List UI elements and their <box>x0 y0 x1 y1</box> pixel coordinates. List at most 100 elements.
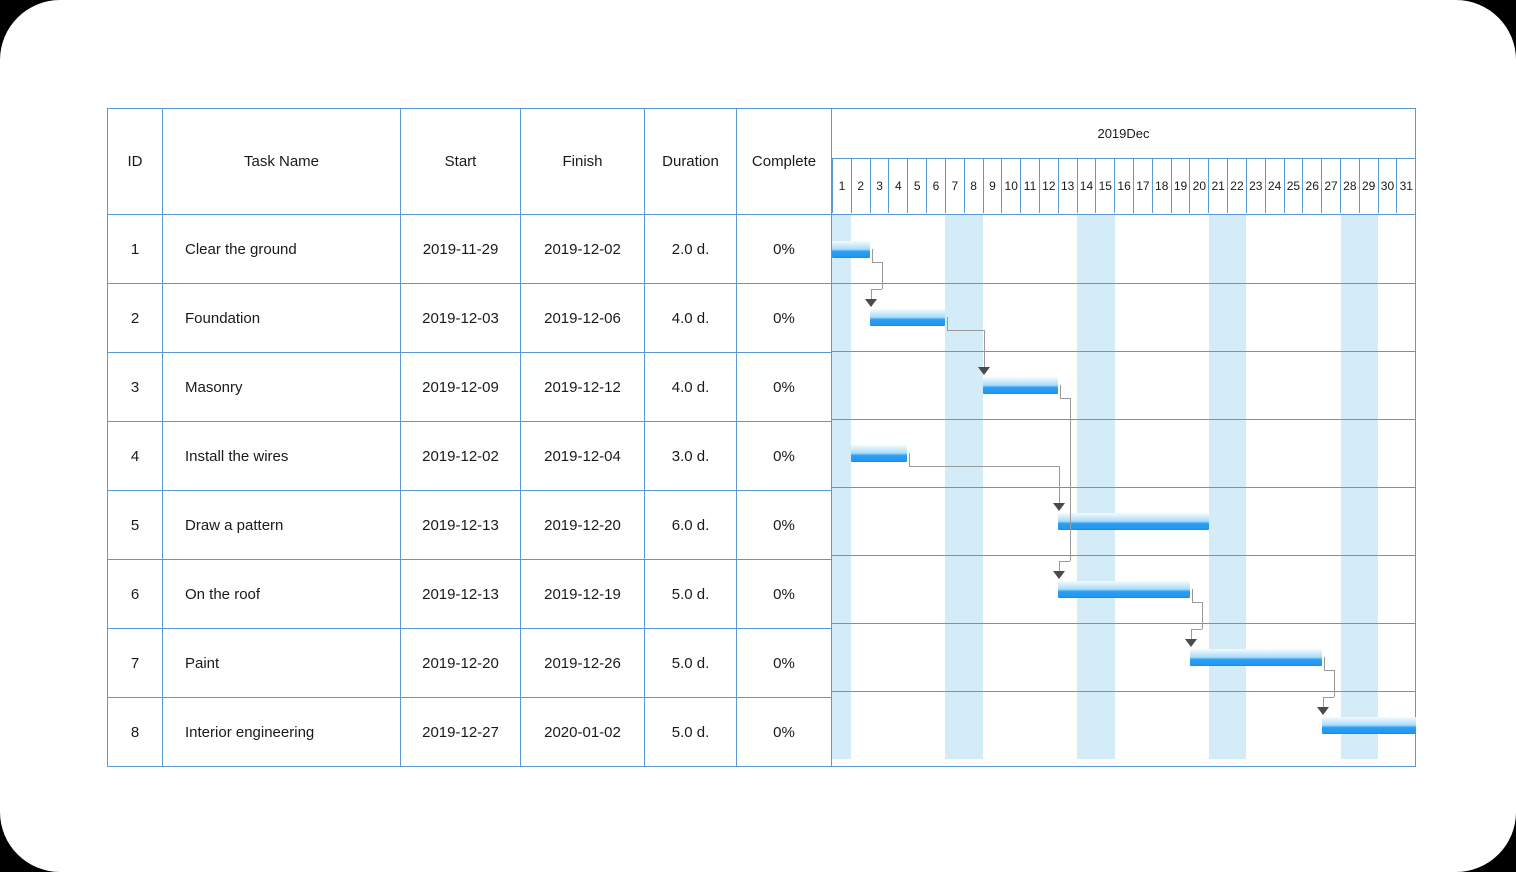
timeline-day-31: 31 <box>1399 179 1413 193</box>
row-complete: 0% <box>736 697 832 767</box>
gantt-chart-page: ID Task Name Start Finish Duration Compl… <box>0 0 1516 872</box>
gantt-bar-task-4[interactable] <box>850 444 908 462</box>
dependency-link-2-to-3 <box>983 329 985 367</box>
plot-row-separator <box>832 351 1416 352</box>
timeline-day-27: 27 <box>1322 159 1341 213</box>
timeline-day-14: 14 <box>1078 159 1097 213</box>
timeline-day-4: 4 <box>889 159 909 213</box>
gantt-bar-task-8[interactable] <box>1321 716 1416 734</box>
column-header-duration: Duration <box>644 108 737 215</box>
dependency-arrow-7 <box>1184 638 1197 647</box>
plot-row-separator <box>832 555 1416 556</box>
row-task-name: Install the wires <box>162 421 401 491</box>
dependency-link-7-to-8 <box>1333 669 1335 697</box>
row-start: 2019-12-02 <box>400 421 521 491</box>
row-start: 2019-12-13 <box>400 490 521 560</box>
timeline-day-20: 20 <box>1190 159 1210 213</box>
dependency-arrow-3 <box>977 366 990 375</box>
gantt-bar-task-5[interactable] <box>1058 512 1209 530</box>
gantt-bar-task-6[interactable] <box>1058 580 1190 598</box>
timeline-day-1: 1 <box>832 159 852 213</box>
row-duration: 4.0 d. <box>644 283 737 353</box>
row-complete: 0% <box>736 214 832 284</box>
table-header: ID Task Name Start Finish Duration Compl… <box>107 108 1416 215</box>
gantt-table: ID Task Name Start Finish Duration Compl… <box>107 108 1416 767</box>
row-duration: 2.0 d. <box>644 214 737 284</box>
plot-row-separator <box>832 487 1416 488</box>
dependency-link-7-to-8 <box>1323 669 1334 671</box>
row-finish: 2019-12-02 <box>520 214 645 284</box>
column-header-complete: Complete <box>736 108 832 215</box>
timeline-day-11: 11 <box>1021 159 1040 213</box>
header-row: ID Task Name Start Finish Duration Compl… <box>107 108 1416 215</box>
dependency-link-1-to-2 <box>871 261 882 263</box>
row-start: 2019-11-29 <box>400 214 521 284</box>
row-finish: 2019-12-12 <box>520 352 645 422</box>
row-finish: 2019-12-06 <box>520 283 645 353</box>
timeline-header: 2019Dec 1 2 3 4 5 6 7 8 9 10 11 12 13 14 15 16 17 18 19 20 2… <box>831 108 1416 215</box>
dependency-link-7-to-8 <box>1323 657 1325 670</box>
plot-row-separator <box>832 623 1416 624</box>
dependency-link-3-to-6 <box>1059 560 1071 562</box>
dependency-link-3-to-6 <box>1059 560 1061 571</box>
dependency-link-1-to-2 <box>870 288 882 290</box>
row-task-name: Masonry <box>162 352 401 422</box>
timeline-day-23: 23 <box>1247 159 1266 213</box>
gantt-bar-task-7[interactable] <box>1189 648 1322 666</box>
row-duration: 4.0 d. <box>644 352 737 422</box>
row-start: 2019-12-13 <box>400 559 521 629</box>
timeline-day-10: 10 <box>1002 159 1022 213</box>
gantt-bar-task-2[interactable] <box>869 308 946 326</box>
dependency-arrow-2 <box>864 298 877 307</box>
timeline-day-9: 9 <box>984 159 1003 213</box>
dependency-link-3-to-6 <box>1070 397 1072 561</box>
gantt-plot-area <box>831 214 1416 767</box>
timeline-month-label: 2019Dec <box>832 109 1415 159</box>
dependency-arrow-8 <box>1316 706 1329 715</box>
plot-row-separator <box>832 691 1416 692</box>
table-body: 1 Clear the ground 2019-11-29 2019-12-02 2.0… <box>107 214 1416 767</box>
row-complete: 0% <box>736 628 832 698</box>
timeline-day-26: 26 <box>1303 159 1323 213</box>
dependency-link-4-to-5 <box>909 465 1060 467</box>
row-id: 8 <box>107 697 163 767</box>
dependency-link-6-to-7 <box>1191 589 1193 602</box>
dependency-link-1-to-2 <box>881 261 883 289</box>
row-id: 6 <box>107 559 163 629</box>
row-task-name: Paint <box>162 628 401 698</box>
dependency-link-6-to-7 <box>1190 628 1192 639</box>
timeline-day-6: 6 <box>927 159 946 213</box>
timeline-day-8: 8 <box>965 159 984 213</box>
table-row[interactable]: 1 Clear the ground 2019-11-29 2019-12-02 2.0… <box>107 214 1416 767</box>
row-task-name: On the roof <box>162 559 401 629</box>
timeline-day-7: 7 <box>946 159 965 213</box>
dependency-arrow-5 <box>1053 502 1066 511</box>
timeline-day-12: 12 <box>1040 159 1059 213</box>
row-id: 4 <box>107 421 163 491</box>
gantt-bar-task-1[interactable] <box>832 240 870 258</box>
row-id: 2 <box>107 283 163 353</box>
row-id: 7 <box>107 628 163 698</box>
timeline-day-16: 16 <box>1115 159 1134 213</box>
dependency-link-2-to-3 <box>947 317 949 330</box>
dependency-link-4-to-5 <box>1059 465 1061 503</box>
gantt-bar-task-3[interactable] <box>982 376 1059 394</box>
timeline-day-21: 21 <box>1209 159 1229 213</box>
row-id: 1 <box>107 214 163 284</box>
column-header-task-name: Task Name <box>162 108 401 215</box>
row-start: 2019-12-20 <box>400 628 521 698</box>
row-finish: 2019-12-04 <box>520 421 645 491</box>
timeline-day-28: 28 <box>1341 159 1360 213</box>
row-duration: 6.0 d. <box>644 490 737 560</box>
timeline-day-29: 29 <box>1360 159 1379 213</box>
timeline-day-13: 13 <box>1059 159 1078 213</box>
row-complete: 0% <box>736 559 832 629</box>
row-start: 2019-12-27 <box>400 697 521 767</box>
column-header-finish: Finish <box>520 108 645 215</box>
row-finish: 2020-01-02 <box>520 697 645 767</box>
row-id: 3 <box>107 352 163 422</box>
dependency-link-7-to-8 <box>1322 696 1324 707</box>
dependency-arrow-6 <box>1053 570 1066 579</box>
dependency-link-6-to-7 <box>1190 628 1202 630</box>
timeline-day-22: 22 <box>1228 159 1247 213</box>
